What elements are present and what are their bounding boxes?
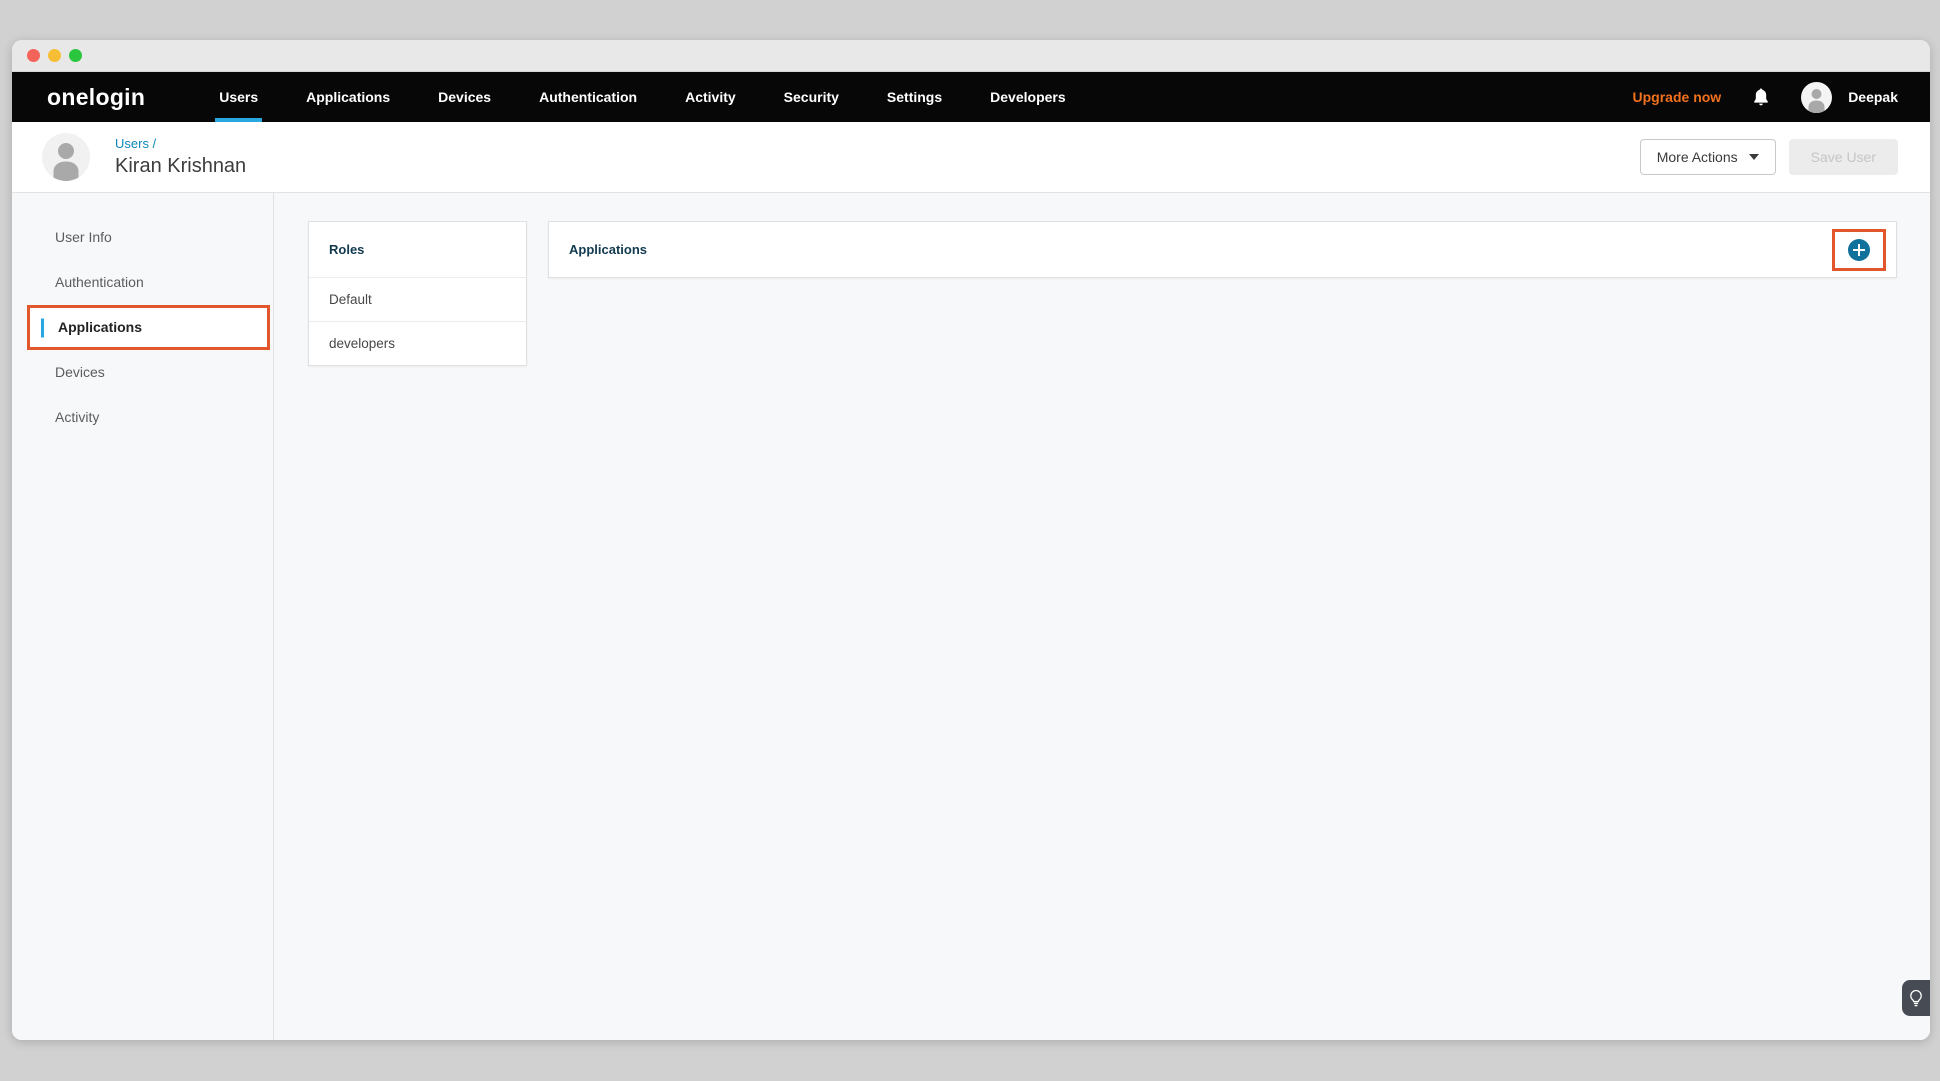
primary-nav: Users Applications Devices Authenticatio… [195,72,1089,122]
navbar-right: Upgrade now Deepak [1633,72,1930,122]
roles-panel: Roles Default developers [308,221,527,366]
browser-window: onelogin Users Applications Devices Auth… [12,40,1930,1040]
breadcrumb[interactable]: Users / [115,136,246,151]
profile-avatar [42,133,90,181]
caret-down-icon [1749,154,1759,160]
content-area: User Info Authentication Applications De… [12,193,1930,1040]
page-header-meta: Users / Kiran Krishnan [115,136,246,178]
sidebar-item-user-info[interactable]: User Info [12,215,273,260]
more-actions-label: More Actions [1657,149,1738,165]
top-navbar: onelogin Users Applications Devices Auth… [12,72,1930,122]
sidebar-item-authentication[interactable]: Authentication [12,260,273,305]
current-user-name[interactable]: Deepak [1848,89,1898,105]
nav-item-developers[interactable]: Developers [966,72,1089,122]
applications-panel: Applications [548,221,1897,278]
add-application-button[interactable] [1848,239,1870,261]
page-title: Kiran Krishnan [115,155,246,178]
role-row-developers[interactable]: developers [309,321,526,365]
nav-item-activity[interactable]: Activity [661,72,760,122]
window-titlebar [12,40,1930,72]
add-application-highlight-box [1832,229,1886,271]
plus-icon [1853,244,1865,256]
save-user-button[interactable]: Save User [1789,139,1898,175]
nav-item-security[interactable]: Security [760,72,863,122]
help-tab[interactable] [1902,980,1930,1016]
nav-item-settings[interactable]: Settings [863,72,966,122]
upgrade-now-link[interactable]: Upgrade now [1633,89,1722,105]
active-indicator-bar [41,318,44,337]
zoom-window-icon[interactable] [69,49,82,62]
more-actions-button[interactable]: More Actions [1640,139,1776,175]
sidebar-item-label: Applications [58,319,142,335]
sidebar-item-devices[interactable]: Devices [12,350,273,395]
user-section-sidebar: User Info Authentication Applications De… [12,193,274,1040]
roles-panel-title: Roles [309,222,526,277]
nav-item-devices[interactable]: Devices [414,72,515,122]
bell-icon[interactable] [1751,86,1771,108]
minimize-window-icon[interactable] [48,49,61,62]
close-window-icon[interactable] [27,49,40,62]
page-header: Users / Kiran Krishnan More Actions Save… [12,122,1930,193]
applications-panel-title: Applications [569,242,647,257]
header-actions: More Actions Save User [1640,139,1898,175]
nav-item-authentication[interactable]: Authentication [515,72,661,122]
nav-item-users[interactable]: Users [195,72,282,122]
role-row-default[interactable]: Default [309,277,526,321]
user-avatar-icon[interactable] [1801,82,1832,113]
sidebar-item-activity[interactable]: Activity [12,395,273,440]
sidebar-item-applications[interactable]: Applications [27,305,270,350]
onelogin-logo[interactable]: onelogin [47,84,145,111]
nav-item-applications[interactable]: Applications [282,72,414,122]
lightbulb-icon [1910,990,1922,1007]
